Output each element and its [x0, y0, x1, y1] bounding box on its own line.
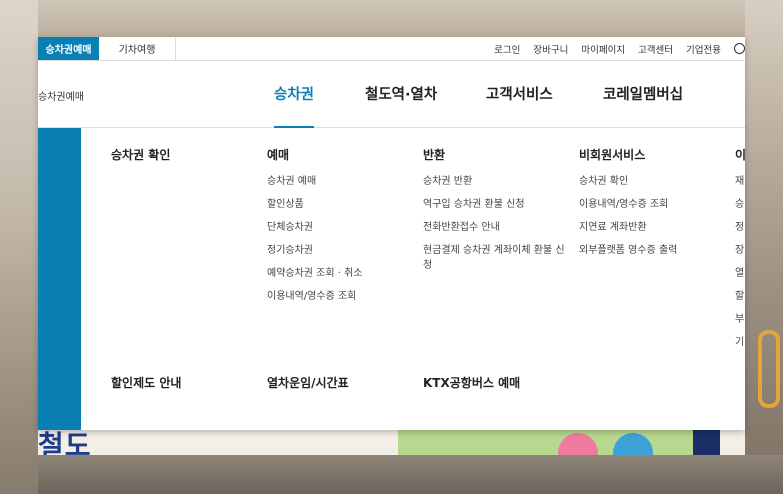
menu-item[interactable]: 이용내역/영수증 조회 [579, 193, 677, 216]
cart-link[interactable]: 장바구니 [533, 42, 568, 56]
menu-column-confirm: 승차권 확인 [111, 146, 170, 170]
menu-item[interactable]: 할인상품 [267, 193, 363, 216]
menu-item[interactable]: 승차권 예매 [267, 170, 363, 193]
top-bar: 승차권예매 기차여행 로그인 장바구니 마이페이지 고객센터 기업전용 [38, 37, 745, 61]
corporate-link[interactable]: 기업전용 [686, 42, 721, 56]
menu-item[interactable]: 현금결제 승차권 계좌이체 환불 신청 [423, 239, 573, 273]
menu-head-nonmember[interactable]: 비회원서비스 [579, 146, 677, 163]
menu-left-stripe [38, 128, 81, 430]
menu-column-clipped: 이 재 승 정 장 열 할 부 기 [735, 146, 745, 354]
background-floor [38, 455, 783, 494]
menu-item[interactable]: 할 [735, 285, 745, 308]
nav-station-train[interactable]: 철도역·열차 [365, 60, 437, 127]
tab-ticket-reservation[interactable]: 승차권예매 [38, 37, 99, 60]
korail-window: 승차권예매 기차여행 로그인 장바구니 마이페이지 고객센터 기업전용 승차권예… [38, 37, 745, 430]
menu-head-refund[interactable]: 반환 [423, 146, 573, 163]
menu-head-ticket-confirm[interactable]: 승차권 확인 [111, 146, 170, 163]
menu-item[interactable]: 정 [735, 216, 745, 239]
menu-head-ktx-airport-bus[interactable]: KTX공항버스 예매 [423, 374, 520, 391]
nav-ticket[interactable]: 승차권 [274, 60, 315, 128]
globe-icon[interactable] [734, 43, 745, 54]
menu-item[interactable]: 승차권 확인 [579, 170, 677, 193]
nav-customer-service[interactable]: 고객서비스 [486, 60, 553, 127]
menu-column-nonmember: 비회원서비스 승차권 확인 이용내역/영수증 조회 지연료 계좌반환 외부플랫폼… [579, 146, 677, 262]
menu-column-refund: 반환 승차권 반환 역구입 승차권 환불 신청 전화반환접수 안내 현금결제 승… [423, 146, 573, 273]
menu-head-fare-timetable[interactable]: 열차운임/시간표 [267, 374, 349, 391]
utility-links: 로그인 장바구니 마이페이지 고객센터 기업전용 [494, 37, 745, 60]
background-poster: 철도 [38, 429, 745, 462]
menu-item[interactable]: 승 [735, 193, 745, 216]
menu-item[interactable]: 지연료 계좌반환 [579, 216, 677, 239]
menu-item[interactable]: 부 [735, 308, 745, 331]
tab-train-travel[interactable]: 기차여행 [99, 37, 176, 60]
menu-item[interactable]: 정기승차권 [267, 239, 363, 262]
menu-item[interactable]: 단체승차권 [267, 216, 363, 239]
login-link[interactable]: 로그인 [494, 42, 520, 56]
nav-membership[interactable]: 코레일멤버십 [603, 60, 683, 127]
menu-item[interactable]: 예약승차권 조회 · 취소 [267, 262, 363, 285]
handle-strap [758, 330, 780, 408]
menu-item[interactable]: 재 [735, 170, 745, 193]
menu-item[interactable]: 승차권 반환 [423, 170, 573, 193]
customer-center-link[interactable]: 고객센터 [638, 42, 673, 56]
background-wall [745, 0, 783, 494]
background-pole [0, 0, 38, 494]
logo-label[interactable]: 승차권예매 [38, 88, 84, 103]
menu-item[interactable]: 장 [735, 239, 745, 262]
menu-item[interactable]: 열 [735, 262, 745, 285]
menu-head-discount[interactable]: 할인제도 안내 [111, 374, 181, 391]
menu-head-clipped[interactable]: 이 [735, 146, 745, 163]
menu-head-reservation[interactable]: 예매 [267, 146, 363, 163]
menu-item[interactable]: 전화반환접수 안내 [423, 216, 573, 239]
menu-item[interactable]: 역구입 승차권 환불 신청 [423, 193, 573, 216]
mypage-link[interactable]: 마이페이지 [581, 42, 625, 56]
main-nav: 승차권예매 승차권 철도역·열차 고객서비스 코레일멤버십 [38, 60, 745, 128]
menu-item[interactable]: 이용내역/영수증 조회 [267, 285, 363, 308]
menu-item[interactable]: 기 [735, 331, 745, 354]
menu-item[interactable]: 외부플랫폼 영수증 출력 [579, 239, 677, 262]
menu-column-reservation: 예매 승차권 예매 할인상품 단체승차권 정기승차권 예약승차권 조회 · 취소… [267, 146, 363, 308]
